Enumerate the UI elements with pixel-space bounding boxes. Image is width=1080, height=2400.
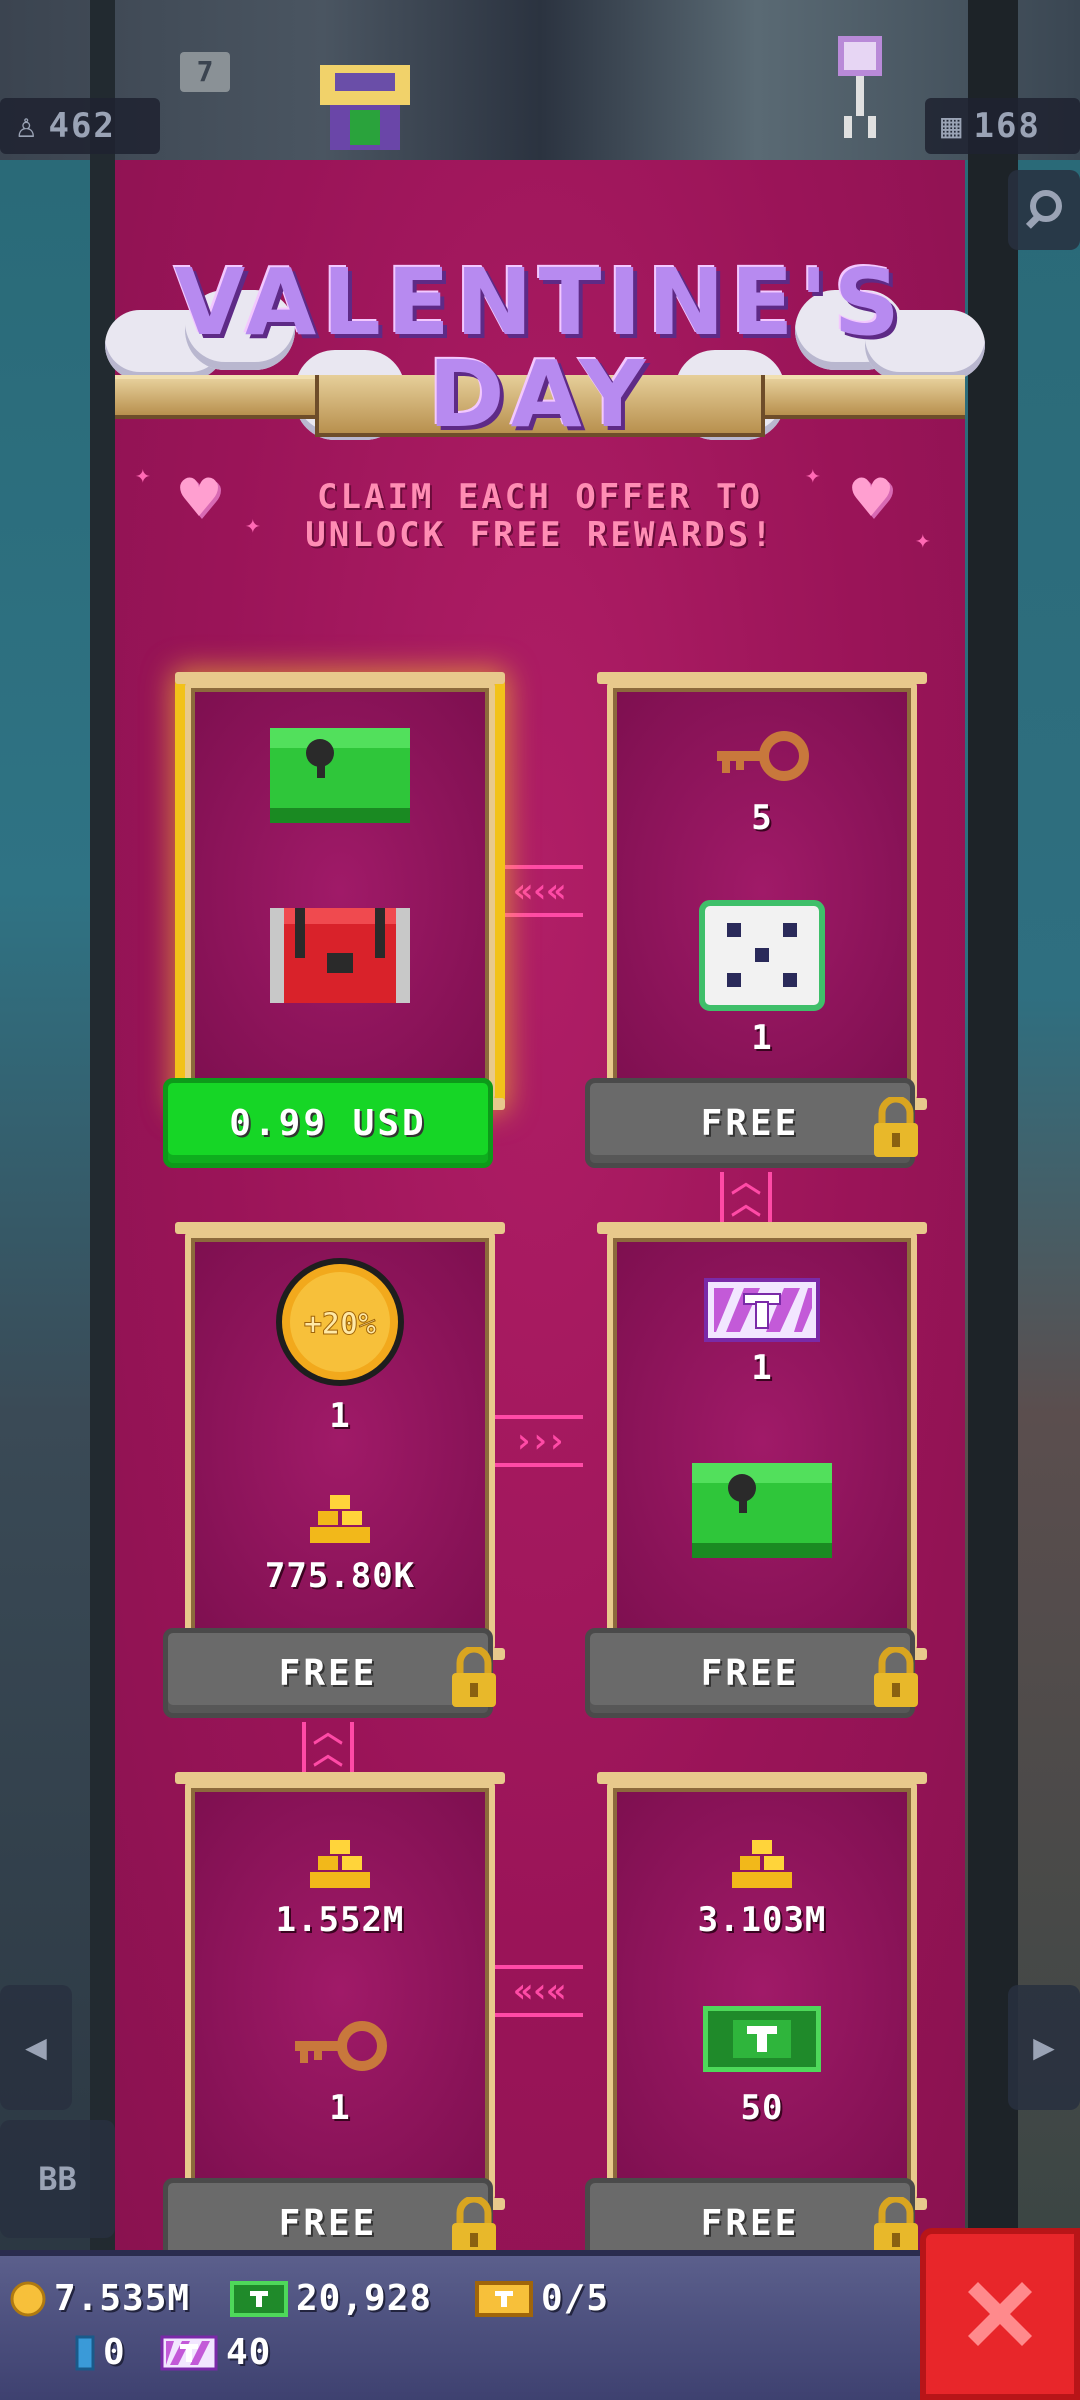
claim-offer-button[interactable]: FREE bbox=[585, 1628, 918, 1718]
lock-icon bbox=[874, 1647, 918, 1707]
offer-item bbox=[613, 1278, 911, 1346]
offer-item bbox=[191, 2018, 489, 2082]
lock-icon bbox=[452, 1647, 496, 1707]
offer-chain-connector: ︿ ︿ bbox=[720, 1168, 772, 1222]
dice-icon bbox=[699, 900, 825, 1011]
offer-chain-connector: «‹« bbox=[493, 865, 583, 917]
offer-card-5[interactable]: 1.552M 1 bbox=[175, 1772, 505, 2210]
offer-item-label: 1 bbox=[751, 1018, 773, 1058]
bb-button[interactable]: BB bbox=[0, 2120, 115, 2238]
offer-card-6[interactable]: 3.103M 50 bbox=[597, 1772, 927, 2210]
offer-card-3[interactable]: +20% 1 775.80K bbox=[175, 1222, 505, 1660]
offer-card-2[interactable]: 5 1 bbox=[597, 672, 927, 1110]
event-title: VALENTINE'S DAY bbox=[174, 249, 906, 448]
offer-item-label: 1 bbox=[751, 1348, 773, 1388]
offer-item-label: 1 bbox=[329, 1396, 351, 1436]
close-icon bbox=[968, 2282, 1032, 2346]
floor-number-badge: 7 bbox=[180, 52, 230, 92]
search-icon bbox=[1025, 190, 1062, 229]
elevator-left-button[interactable]: ◀ bbox=[0, 1985, 72, 2110]
offer-item bbox=[191, 1493, 489, 1549]
gems-counter: 0 bbox=[75, 2332, 126, 2373]
elevator-right-button[interactable]: ▶ bbox=[1008, 1985, 1080, 2110]
offer-item-label: 5 bbox=[751, 798, 773, 838]
person-icon: ♙ bbox=[16, 106, 39, 146]
offer-item bbox=[613, 728, 911, 792]
claim-offer-button[interactable]: FREE bbox=[163, 1628, 496, 1718]
golden-tickets-counter: 0/5 bbox=[475, 2278, 609, 2319]
offer-chain-connector: ︿ ︿ bbox=[302, 1718, 354, 1772]
event-subtitle: CLAIM EACH OFFER TO UNLOCK FREE REWARDS! bbox=[305, 477, 775, 555]
population-counter: ♙ 462 bbox=[0, 98, 160, 154]
offer-card-1[interactable] bbox=[175, 672, 505, 1110]
offer-item-label: 1.552M bbox=[275, 1900, 405, 1940]
offer-item-label: 1 bbox=[329, 2088, 351, 2128]
valentines-event-panel: VALENTINE'S DAY ♥ ♥ ✦ ✦ ✦ ✦ CLAIM EACH O… bbox=[105, 160, 985, 2268]
offer-item bbox=[191, 718, 489, 832]
coin-icon bbox=[10, 2281, 46, 2316]
gold-stack-icon bbox=[310, 1495, 370, 1543]
offer-item-label: 775.80K bbox=[264, 1556, 416, 1596]
coin-boost-icon: +20% bbox=[276, 1258, 404, 1386]
bitizen-sprite bbox=[830, 30, 890, 140]
offer-card-4[interactable]: 1 bbox=[597, 1222, 927, 1660]
gold-stack-icon bbox=[310, 1840, 370, 1888]
building-icon: ▦ bbox=[941, 106, 964, 146]
offer-item bbox=[613, 898, 911, 1017]
bux-icon bbox=[230, 2280, 288, 2317]
offer-item bbox=[191, 898, 489, 1012]
ticket-icon bbox=[160, 2335, 218, 2370]
tickets-counter: 40 bbox=[160, 2332, 271, 2373]
offer-item: +20% bbox=[191, 1252, 489, 1396]
key-icon bbox=[295, 2021, 387, 2071]
golden-ticket-icon bbox=[475, 2280, 533, 2317]
bitizen-sprite bbox=[300, 55, 430, 150]
offer-item bbox=[613, 1838, 911, 1894]
key-icon bbox=[717, 731, 809, 781]
resource-bar: 7.535M 20,928 0/5 0 40 bbox=[0, 2250, 920, 2400]
close-button[interactable] bbox=[920, 2228, 1080, 2400]
buy-offer-button[interactable]: 0.99 USD bbox=[163, 1078, 493, 1168]
chevron-right-icon: ▶ bbox=[1033, 2027, 1055, 2068]
offer-chain-connector: ››› bbox=[493, 1415, 583, 1467]
coin-boost-text: +20% bbox=[304, 1307, 376, 1342]
offer-item-label: 50 bbox=[740, 2088, 784, 2128]
offer-item bbox=[613, 1453, 911, 1567]
game-scene-top bbox=[0, 0, 1080, 160]
floors-counter: ▦ 168 bbox=[925, 98, 1080, 154]
offer-item bbox=[191, 1838, 489, 1894]
bux-counter: 20,928 bbox=[230, 2278, 432, 2319]
coins-counter: 7.535M bbox=[10, 2278, 190, 2319]
claim-offer-button[interactable]: FREE bbox=[585, 1078, 918, 1168]
bux-icon bbox=[702, 2005, 822, 2073]
green-chest-icon bbox=[270, 728, 410, 823]
gem-icon bbox=[75, 2335, 95, 2370]
offer-item bbox=[613, 2005, 911, 2076]
lock-icon bbox=[874, 1097, 918, 1157]
offer-chain-connector: «‹« bbox=[493, 1965, 583, 2017]
green-chest-icon bbox=[692, 1463, 832, 1558]
chevron-left-icon: ◀ bbox=[25, 2027, 47, 2068]
offer-item-label: 3.103M bbox=[697, 1900, 827, 1940]
search-button[interactable] bbox=[1008, 170, 1080, 250]
red-chest-icon bbox=[270, 908, 410, 1003]
gold-stack-icon bbox=[732, 1840, 792, 1888]
ticket-icon bbox=[704, 1278, 820, 1342]
